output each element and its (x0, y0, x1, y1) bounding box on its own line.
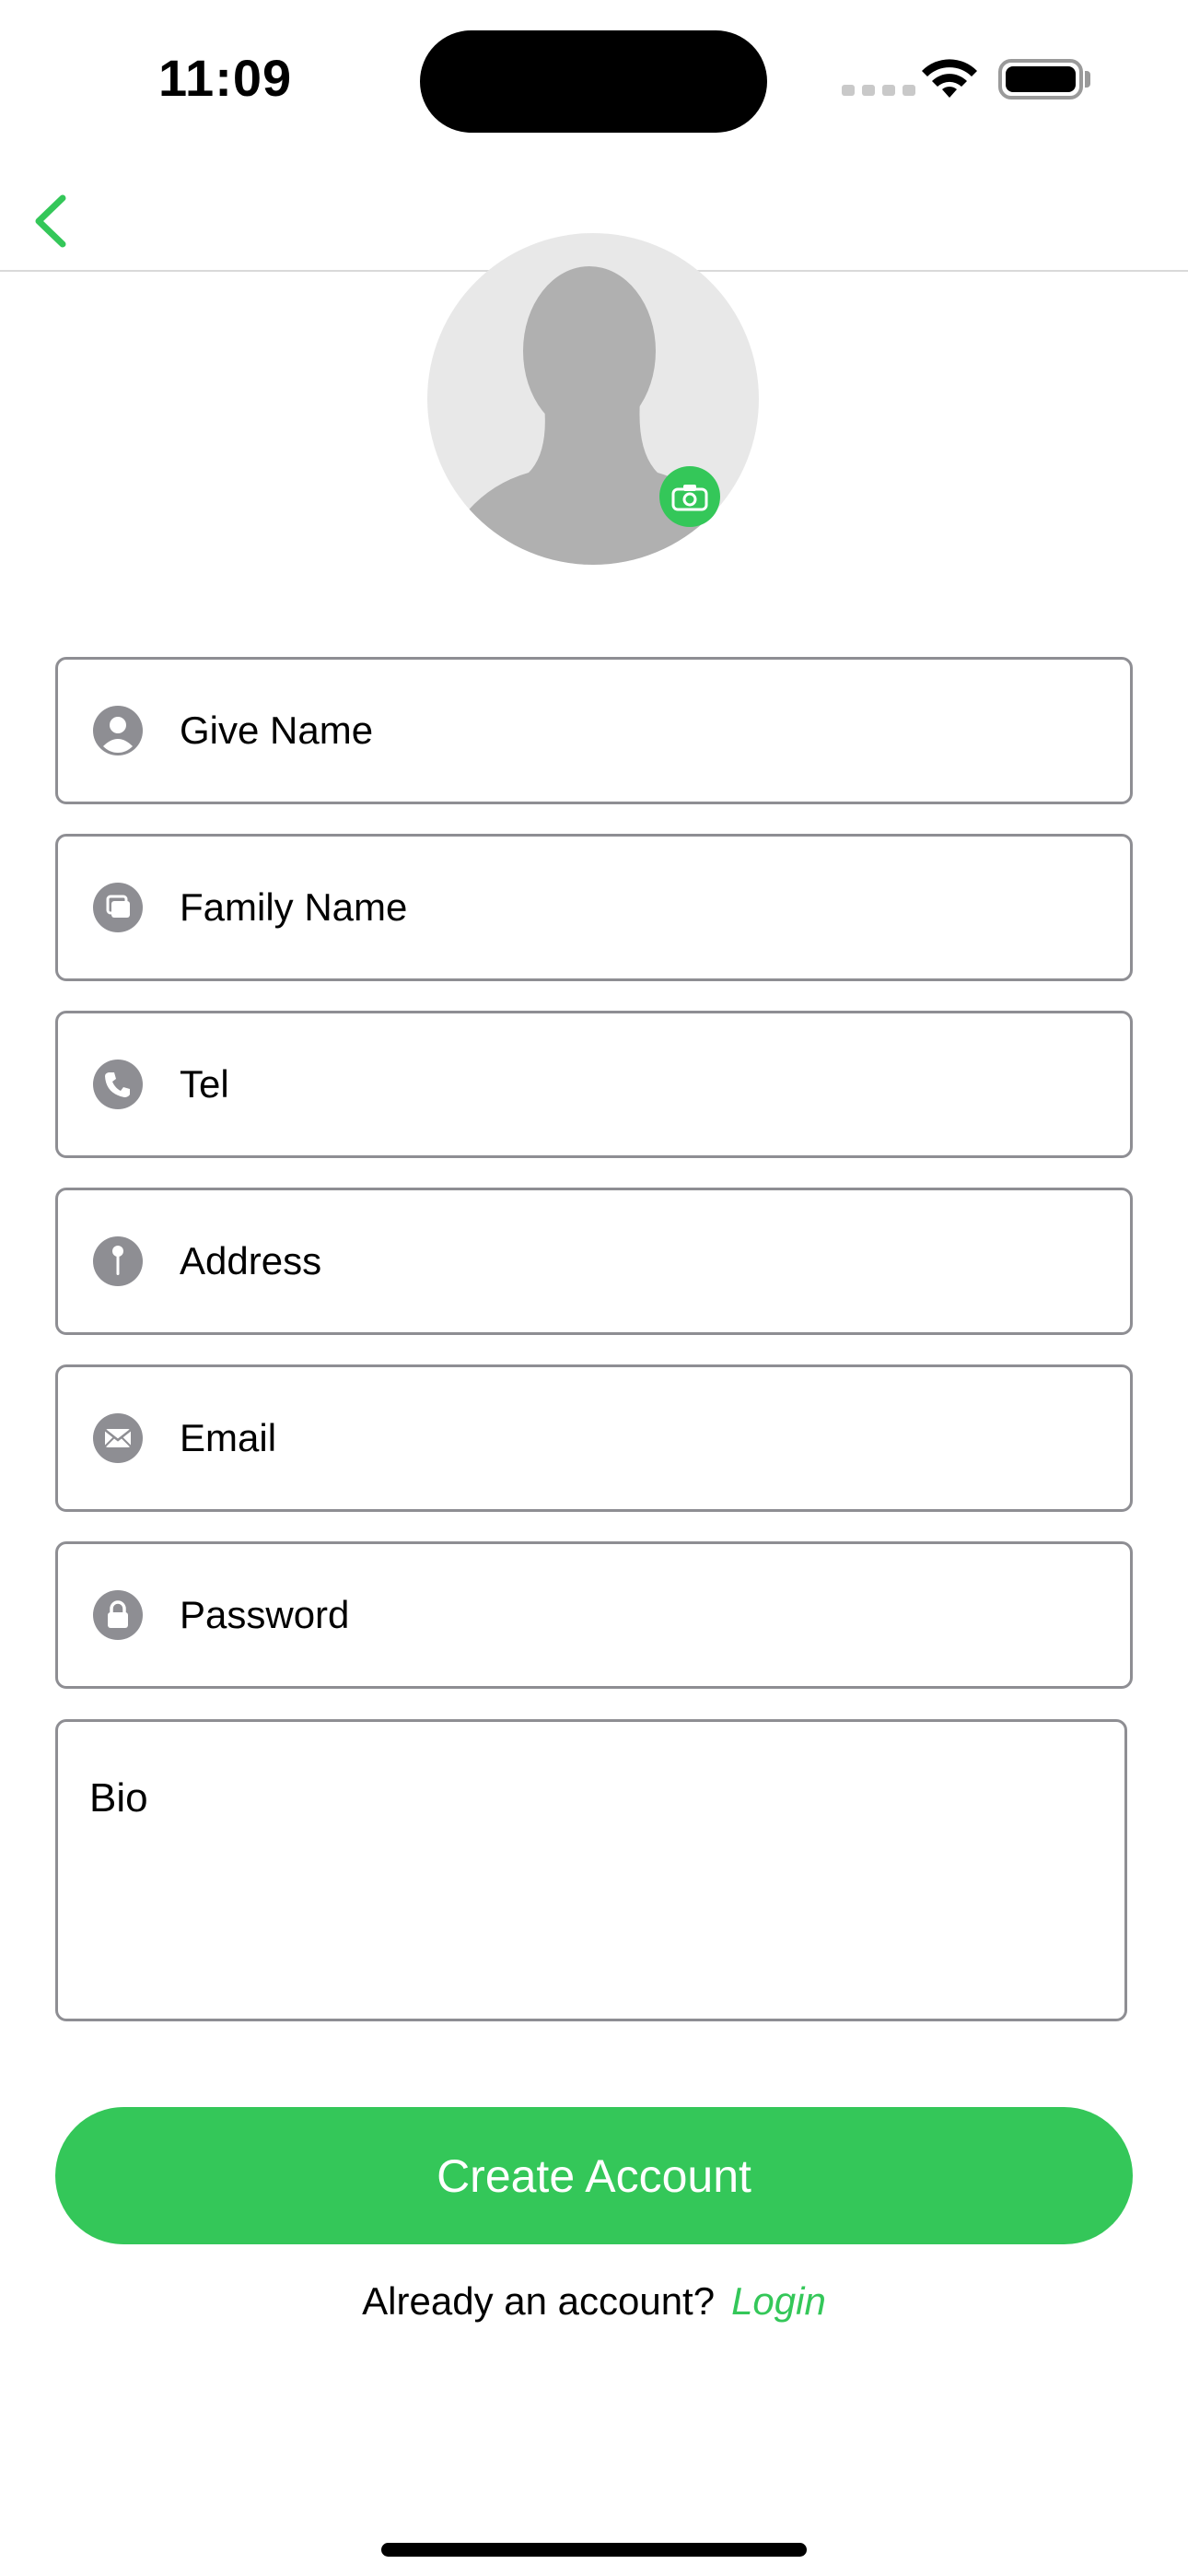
given-name-field[interactable]: Give Name (55, 657, 1133, 804)
bio-label: Bio (89, 1775, 148, 1821)
camera-badge[interactable] (659, 466, 720, 527)
envelope-icon (93, 1413, 143, 1463)
status-time: 11:09 (158, 49, 293, 107)
battery-cap (1085, 71, 1090, 88)
bio-textarea[interactable]: Bio (55, 1719, 1127, 2021)
dynamic-island (420, 30, 767, 133)
chevron-left-icon[interactable] (28, 180, 83, 253)
person-circle-icon (93, 706, 143, 755)
wifi-icon (922, 59, 977, 98)
phone-icon (93, 1060, 143, 1109)
login-prompt: Already an account? Login (0, 2279, 1188, 2324)
address-field[interactable]: Address (55, 1188, 1133, 1335)
status-bar: 11:09 (0, 0, 1188, 166)
family-name-label: Family Name (180, 885, 408, 929)
address-label: Address (180, 1239, 322, 1282)
email-field[interactable]: Email (55, 1364, 1133, 1512)
create-account-label: Create Account (437, 2149, 751, 2202)
given-name-label: Give Name (180, 708, 374, 752)
tel-label: Tel (180, 1062, 229, 1106)
signal-dots-icon (842, 85, 915, 96)
camera-icon (671, 485, 708, 511)
family-name-field[interactable]: Family Name (55, 834, 1133, 981)
home-indicator[interactable] (381, 2543, 807, 2557)
email-label: Email (180, 1416, 277, 1459)
pin-icon (93, 1236, 143, 1286)
square-stack-icon (93, 883, 143, 932)
login-prompt-text: Already an account? (362, 2279, 716, 2323)
lock-icon (93, 1590, 143, 1640)
create-account-button[interactable]: Create Account (55, 2107, 1133, 2244)
password-label: Password (180, 1593, 350, 1636)
password-field[interactable]: Password (55, 1541, 1133, 1689)
battery-icon (998, 59, 1083, 100)
login-link[interactable]: Login (731, 2279, 826, 2323)
tel-field[interactable]: Tel (55, 1011, 1133, 1158)
